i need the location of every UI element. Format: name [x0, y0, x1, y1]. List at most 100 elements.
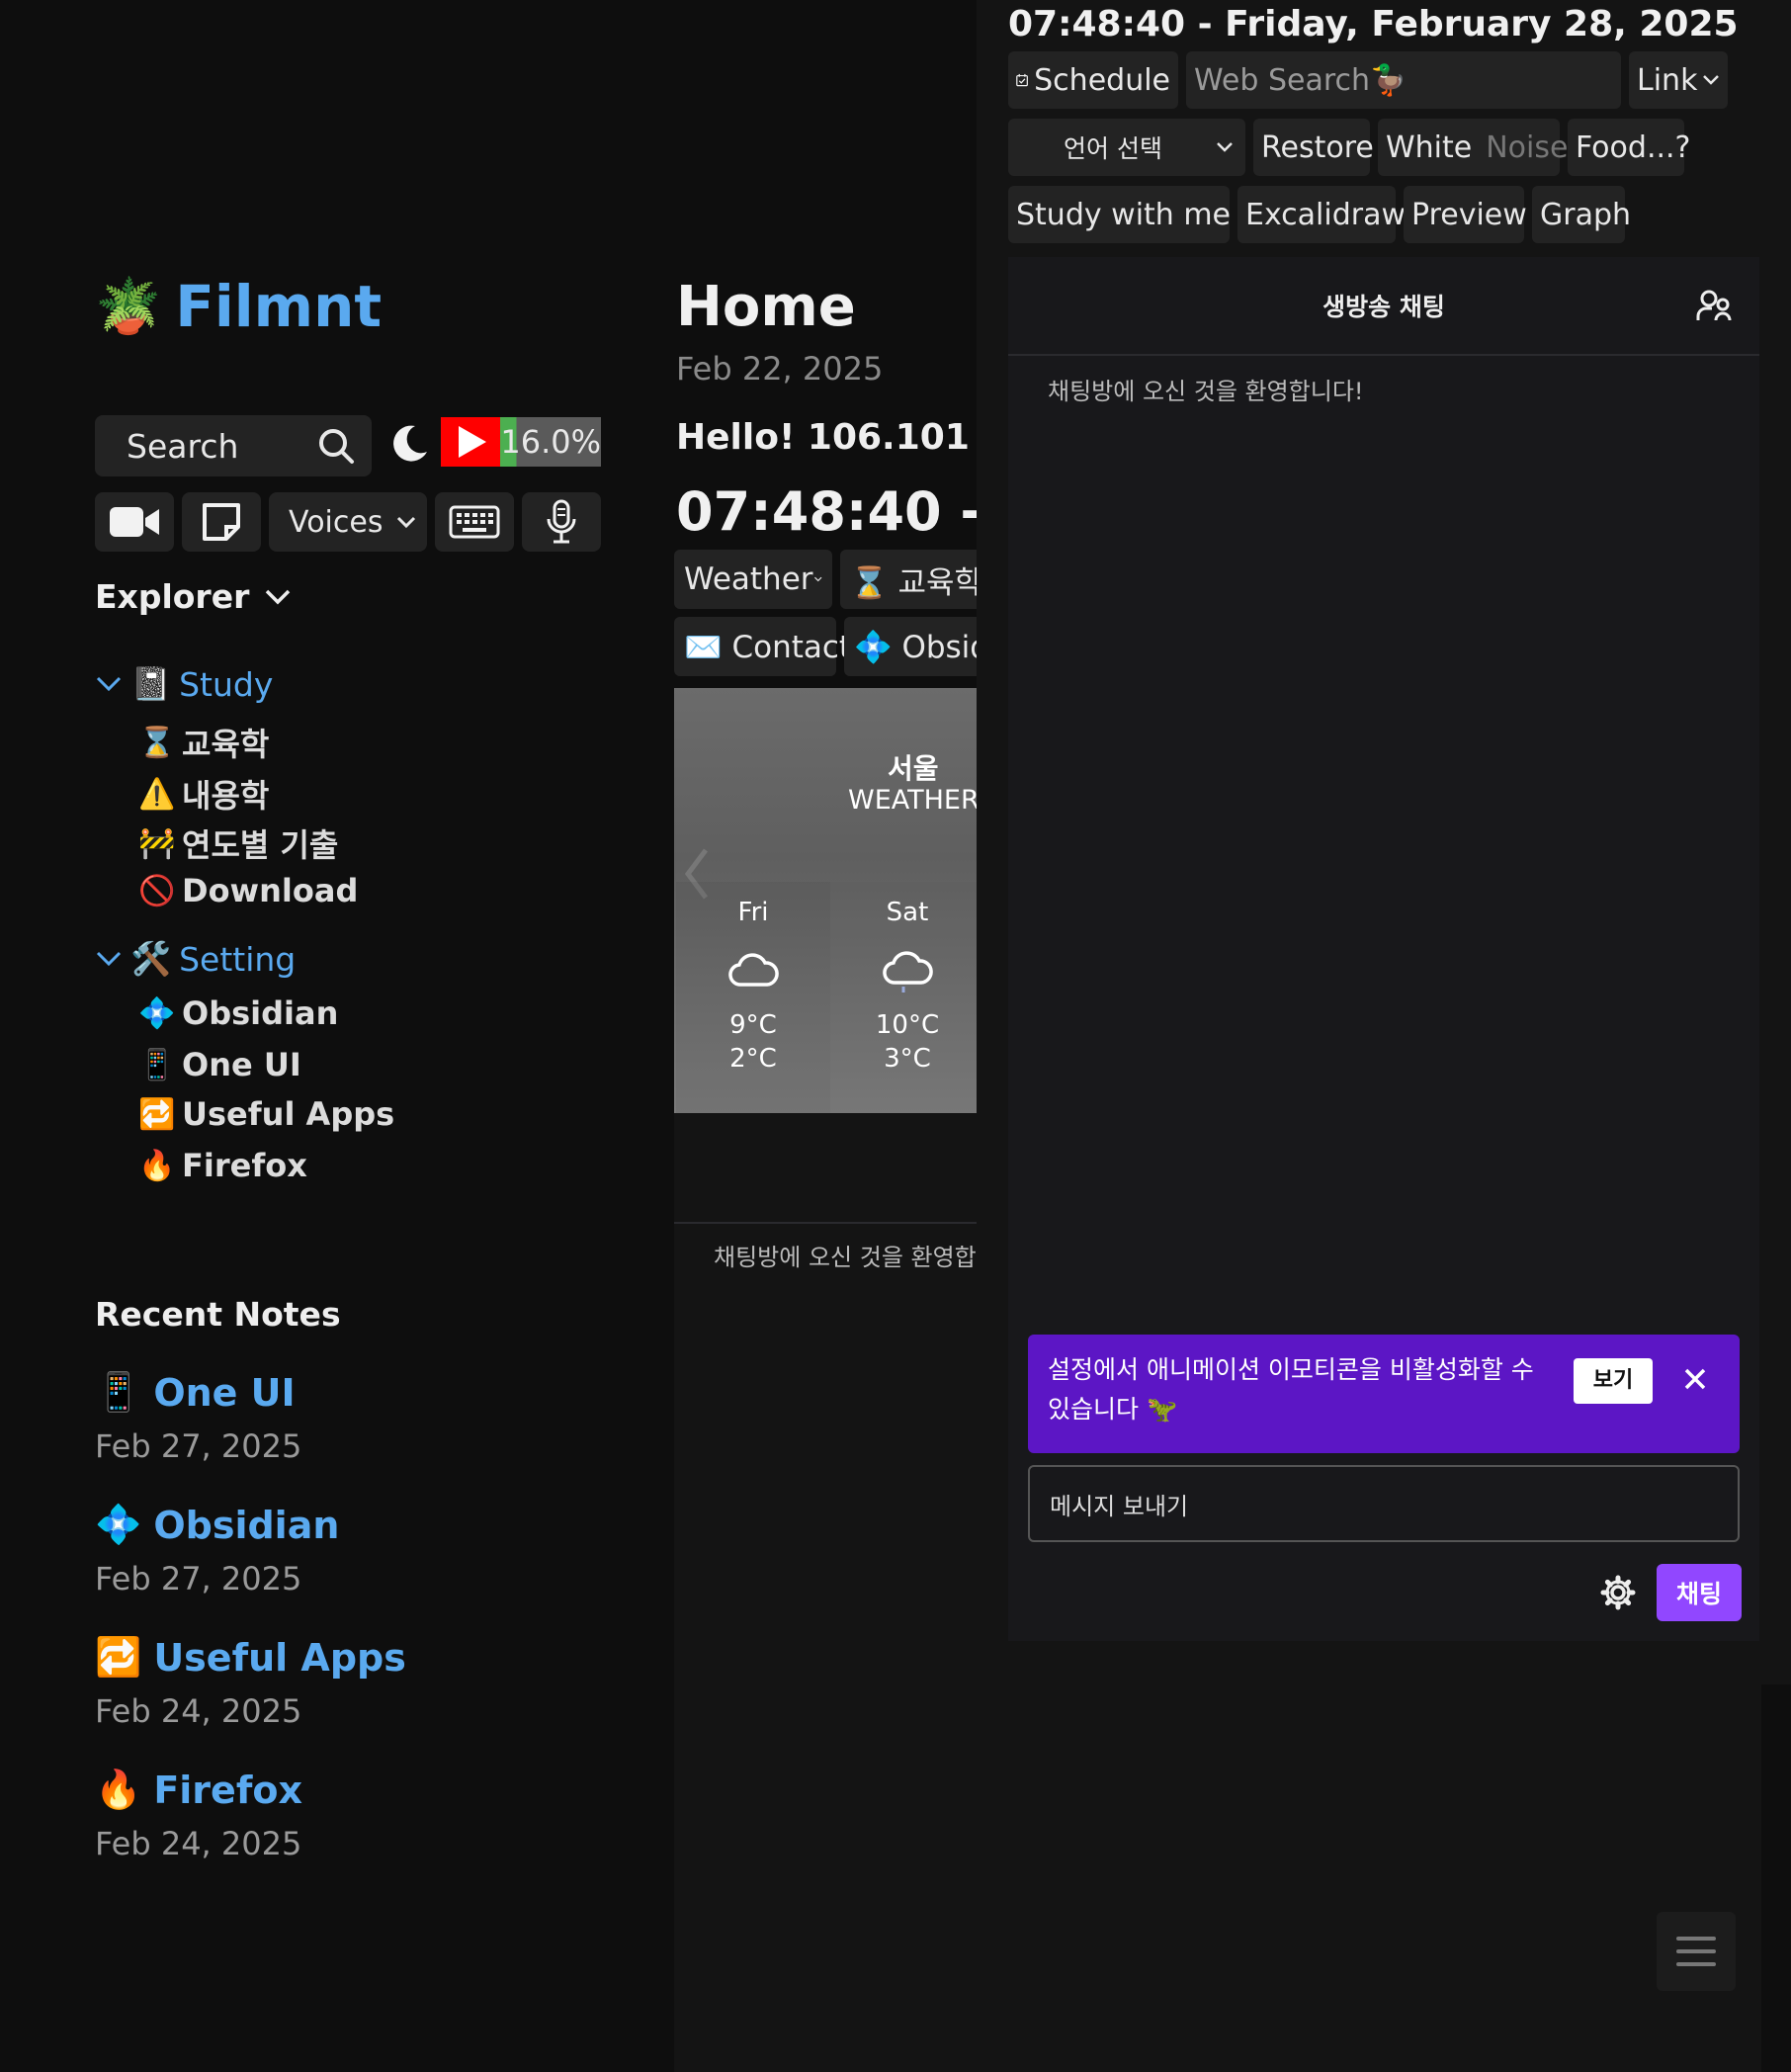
- page-date: Feb 22, 2025: [676, 350, 884, 388]
- construction-icon: 🚧: [138, 825, 176, 861]
- chevron-down-icon: [813, 576, 821, 582]
- note-date: Feb 24, 2025: [95, 1692, 302, 1730]
- note-title: Obsidian: [153, 1503, 340, 1547]
- recent-note-link[interactable]: 💠 Obsidian: [95, 1503, 339, 1547]
- chevron-down-icon: [396, 516, 416, 529]
- video-button[interactable]: [95, 492, 174, 552]
- note-date: Feb 24, 2025: [95, 1825, 302, 1862]
- temp-low: 2°C: [729, 1044, 777, 1074]
- sticky-note-icon: [203, 503, 240, 541]
- fire-icon: 🔥: [95, 1768, 142, 1811]
- folder-label: Setting: [179, 939, 297, 979]
- diamond-icon: 💠: [138, 995, 176, 1031]
- users-icon[interactable]: [1696, 289, 1732, 324]
- schedule-button[interactable]: Schedule: [1008, 51, 1178, 109]
- notice-view-button[interactable]: 보기: [1574, 1358, 1653, 1404]
- sidebar: 🪴 Filmnt Search 16.0% Voices Explorer 📓 …: [0, 0, 674, 2072]
- chevron-down-icon: [96, 676, 122, 692]
- note-button[interactable]: [182, 492, 261, 552]
- voices-select[interactable]: Voices: [269, 492, 427, 552]
- keyboard-icon: [449, 505, 500, 539]
- note-title: One UI: [153, 1370, 296, 1415]
- preview-button[interactable]: Preview: [1404, 186, 1527, 243]
- repeat-icon: 🔁: [138, 1096, 176, 1132]
- voices-label: Voices: [289, 504, 384, 540]
- prohibited-icon: 🚫: [138, 873, 176, 908]
- excalidraw-button[interactable]: Excalidraw: [1237, 186, 1406, 243]
- file-label: Obsidian: [182, 994, 339, 1032]
- web-search-input[interactable]: Web Search🦆: [1186, 51, 1621, 109]
- video-camera-icon: [110, 507, 159, 537]
- keyboard-button[interactable]: [435, 492, 514, 552]
- recent-note-link[interactable]: 📱 One UI: [95, 1370, 296, 1415]
- weather-select[interactable]: Weather: [674, 550, 832, 609]
- hamburger-menu-icon: [1676, 1937, 1716, 1966]
- recent-note-link[interactable]: 🔥 Firefox: [95, 1768, 302, 1812]
- theme-toggle[interactable]: [384, 413, 435, 475]
- chat-message-input[interactable]: 메시지 보내기: [1028, 1465, 1740, 1542]
- close-icon[interactable]: [1682, 1366, 1708, 1392]
- obsidian-button[interactable]: 💠 Obsidi: [844, 617, 977, 676]
- recent-notes-title: Recent Notes: [95, 1295, 341, 1334]
- graph-button[interactable]: Graph: [1532, 186, 1631, 243]
- chat-notice: 설정에서 애니메이션 이모티콘을 비활성화할 수 있습니다 🦖 보기: [1028, 1335, 1740, 1453]
- phone-icon: 📱: [138, 1047, 176, 1082]
- fire-icon: 🔥: [138, 1148, 176, 1183]
- study-with-me-button[interactable]: Study with me...: [1008, 186, 1230, 243]
- link-select[interactable]: Link: [1629, 51, 1728, 109]
- folder-setting[interactable]: 🛠️ Setting: [95, 939, 296, 979]
- contact-button[interactable]: ✉️ Contact: [674, 617, 851, 676]
- schedule-label: Schedule: [1034, 62, 1170, 98]
- file-item[interactable]: ⌛ 교육학: [138, 720, 269, 765]
- file-item[interactable]: 🚧 연도별 기출: [138, 820, 338, 866]
- search-label: Search: [127, 426, 239, 466]
- note-date: Feb 27, 2025: [95, 1560, 302, 1597]
- youtube-progress[interactable]: 16.0%: [441, 417, 601, 467]
- cloud-icon: [728, 953, 779, 987]
- link-label: Link: [1637, 62, 1698, 98]
- explorer-toggle[interactable]: Explorer: [95, 577, 293, 616]
- chat-welcome-text: 채팅방에 오신 것을 환영합: [714, 1244, 977, 1271]
- plant-icon: 🪴: [95, 275, 162, 337]
- file-item[interactable]: 🚫 Download: [138, 872, 358, 909]
- education-button[interactable]: ⌛ 교육학: [840, 550, 977, 609]
- site-title: Filmnt: [175, 273, 383, 340]
- file-label: 교육학: [182, 726, 270, 763]
- temp-low: 3°C: [884, 1044, 931, 1074]
- weather-day: Sat 10°C 3°C: [830, 882, 981, 1113]
- youtube-play-icon[interactable]: [441, 417, 501, 467]
- repeat-icon: 🔁: [95, 1635, 142, 1679]
- tools-icon: 🛠️: [130, 939, 172, 978]
- restore-button[interactable]: Restore: [1253, 119, 1374, 176]
- mic-button[interactable]: [522, 492, 601, 552]
- progress-percent: 16.0%: [500, 417, 601, 467]
- notice-text-wrap: 설정에서 애니메이션 이모티콘을 비활성화할 수 있습니다 🦖: [1048, 1350, 1562, 1429]
- chevron-down-icon: [96, 951, 122, 967]
- greeting-text: Hello! 106.101 fro: [676, 417, 977, 458]
- weather-city: 서울: [888, 752, 939, 785]
- search-button[interactable]: Search: [95, 415, 372, 476]
- recent-note-link[interactable]: 🔁 Useful Apps: [95, 1635, 406, 1680]
- diamond-icon: 💠: [95, 1503, 142, 1546]
- folder-study[interactable]: 📓 Study: [95, 664, 273, 704]
- chevron-down-icon: [1703, 75, 1719, 85]
- weather-label: WEATHER: [848, 785, 980, 816]
- food-button[interactable]: Food...?: [1568, 119, 1690, 176]
- temp-high: 10°C: [875, 1010, 940, 1040]
- chat-settings-button[interactable]: [1595, 1568, 1641, 1617]
- site-logo[interactable]: 🪴 Filmnt: [95, 273, 382, 340]
- file-item[interactable]: 💠 Obsidian: [138, 994, 338, 1032]
- file-item[interactable]: 📱 One UI: [138, 1046, 301, 1083]
- note-title: Firefox: [153, 1768, 302, 1812]
- chat-send-button[interactable]: 채팅: [1657, 1564, 1742, 1621]
- file-item[interactable]: 🔁 Useful Apps: [138, 1095, 394, 1133]
- white-noise-button[interactable]: White Noise: [1378, 119, 1568, 176]
- file-label: Useful Apps: [182, 1095, 395, 1133]
- file-item[interactable]: ⚠️ 내용학: [138, 771, 269, 817]
- menu-button[interactable]: [1657, 1912, 1736, 1991]
- folder-label: Study: [179, 664, 274, 704]
- note-title: Useful Apps: [153, 1635, 406, 1680]
- file-item[interactable]: 🔥 Firefox: [138, 1147, 307, 1184]
- main-clock: 07:48:40 - Fr: [676, 480, 977, 543]
- language-select[interactable]: 언어 선택: [1008, 119, 1245, 176]
